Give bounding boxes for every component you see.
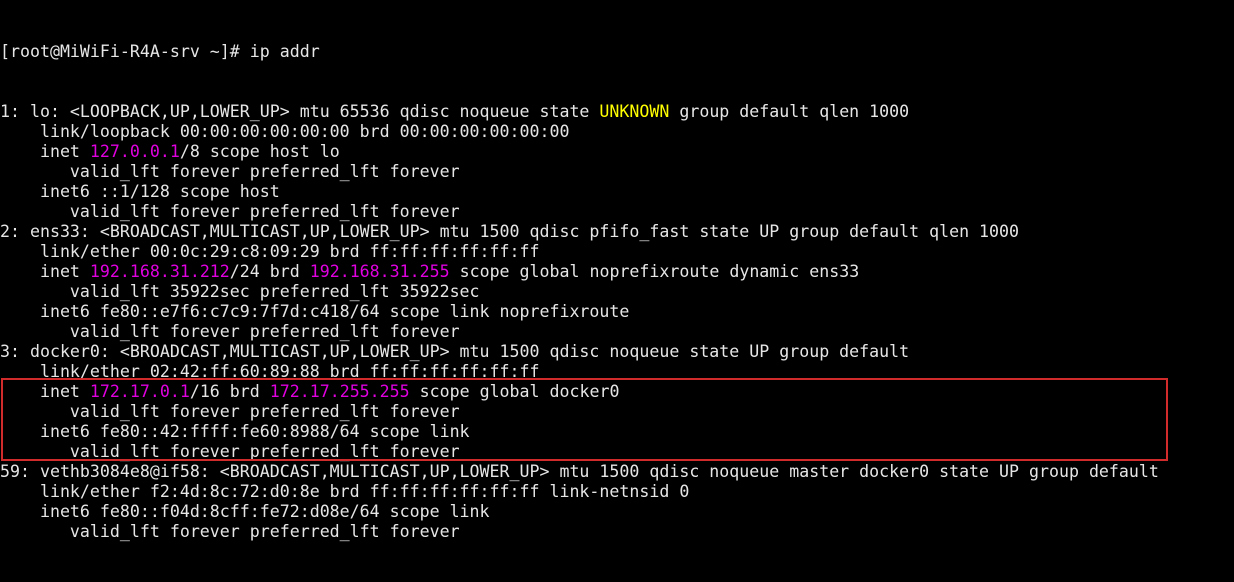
- output-line: inet6 fe80::42:ffff:fe60:8988/64 scope l…: [0, 422, 1234, 442]
- output-line: link/ether 02:42:ff:60:89:88 brd ff:ff:f…: [0, 362, 1234, 382]
- output-line: inet6 fe80::f04d:8cff:fe72:d08e/64 scope…: [0, 502, 1234, 522]
- output-line: 1: lo: <LOOPBACK,UP,LOWER_UP> mtu 65536 …: [0, 102, 1234, 122]
- output-line: inet 127.0.0.1/8 scope host lo: [0, 142, 1234, 162]
- output-text: inet6 fe80::42:ffff:fe60:8988/64 scope l…: [0, 422, 470, 441]
- output-line: 3: docker0: <BROADCAST,MULTICAST,UP,LOWE…: [0, 342, 1234, 362]
- output-line: link/loopback 00:00:00:00:00:00 brd 00:0…: [0, 122, 1234, 142]
- output-text: 3: docker0: <BROADCAST,MULTICAST,UP,LOWE…: [0, 342, 910, 361]
- highlighted-value: 172.17.0.1: [89, 382, 190, 401]
- output-text: link/loopback 00:00:00:00:00:00 brd 00:0…: [0, 122, 570, 141]
- output-text: inet: [0, 142, 90, 161]
- output-text: 2: ens33: <BROADCAST,MULTICAST,UP,LOWER_…: [0, 222, 1020, 241]
- output-text: /16 brd: [189, 382, 270, 401]
- output-text: link/ether f2:4d:8c:72:d0:8e brd ff:ff:f…: [0, 482, 690, 501]
- highlighted-value: 192.168.31.212: [89, 262, 230, 281]
- output-line: valid_lft forever preferred_lft forever: [0, 442, 1234, 462]
- command-text: ip addr: [249, 42, 320, 61]
- output-text: inet: [0, 262, 90, 281]
- output-text: scope global docker0: [409, 382, 620, 401]
- shell-prompt: [root@MiWiFi-R4A-srv ~]#: [0, 42, 250, 61]
- output-text: link/ether 02:42:ff:60:89:88 brd ff:ff:f…: [0, 362, 540, 381]
- output-text: scope global noprefixroute dynamic ens33: [449, 262, 860, 281]
- output-text: inet: [0, 382, 90, 401]
- terminal-window[interactable]: [root@MiWiFi-R4A-srv ~]# ip addr 1: lo: …: [0, 0, 1234, 541]
- output-line: valid_lft forever preferred_lft forever: [0, 322, 1234, 342]
- output-text: 1: lo: <LOOPBACK,UP,LOWER_UP> mtu 65536 …: [0, 102, 600, 121]
- output-text: /24 brd: [229, 262, 310, 281]
- highlighted-value: 192.168.31.255: [309, 262, 450, 281]
- output-line: 59: vethb3084e8@if58: <BROADCAST,MULTICA…: [0, 462, 1234, 482]
- output-line: link/ether 00:0c:29:c8:09:29 brd ff:ff:f…: [0, 242, 1234, 262]
- output-line: valid_lft 35922sec preferred_lft 35922se…: [0, 282, 1234, 302]
- highlighted-value: 172.17.255.255: [269, 382, 410, 401]
- output-text: link/ether 00:0c:29:c8:09:29 brd ff:ff:f…: [0, 242, 540, 261]
- output-line: valid_lft forever preferred_lft forever: [0, 202, 1234, 222]
- output-line: link/ether f2:4d:8c:72:d0:8e brd ff:ff:f…: [0, 482, 1234, 502]
- output-text: valid_lft forever preferred_lft forever: [0, 442, 460, 461]
- output-text: inet6 fe80::f04d:8cff:fe72:d08e/64 scope…: [0, 502, 490, 521]
- output-line: 2: ens33: <BROADCAST,MULTICAST,UP,LOWER_…: [0, 222, 1234, 242]
- output-line: inet6 fe80::e7f6:c7c9:7f7d:c418/64 scope…: [0, 302, 1234, 322]
- output-line: inet 192.168.31.212/24 brd 192.168.31.25…: [0, 262, 1234, 282]
- output-text: valid_lft forever preferred_lft forever: [0, 402, 460, 421]
- output-text: valid_lft 35922sec preferred_lft 35922se…: [0, 282, 480, 301]
- command-line: [root@MiWiFi-R4A-srv ~]# ip addr: [0, 42, 1234, 62]
- output-text: valid_lft forever preferred_lft forever: [0, 322, 460, 341]
- command-output: 1: lo: <LOOPBACK,UP,LOWER_UP> mtu 65536 …: [0, 102, 1234, 542]
- output-line: valid_lft forever preferred_lft forever: [0, 162, 1234, 182]
- output-text: /8 scope host lo: [179, 142, 340, 161]
- output-line: inet 172.17.0.1/16 brd 172.17.255.255 sc…: [0, 382, 1234, 402]
- output-text: group default qlen 1000: [669, 102, 910, 121]
- highlighted-value: 127.0.0.1: [89, 142, 180, 161]
- output-text: valid_lft forever preferred_lft forever: [0, 522, 460, 541]
- highlighted-value: UNKNOWN: [599, 102, 670, 121]
- output-text: valid_lft forever preferred_lft forever: [0, 202, 460, 221]
- output-line: inet6 ::1/128 scope host: [0, 182, 1234, 202]
- output-text: inet6 fe80::e7f6:c7c9:7f7d:c418/64 scope…: [0, 302, 630, 321]
- output-line: valid_lft forever preferred_lft forever: [0, 402, 1234, 422]
- output-text: valid_lft forever preferred_lft forever: [0, 162, 460, 181]
- output-text: inet6 ::1/128 scope host: [0, 182, 280, 201]
- output-line: valid_lft forever preferred_lft forever: [0, 522, 1234, 542]
